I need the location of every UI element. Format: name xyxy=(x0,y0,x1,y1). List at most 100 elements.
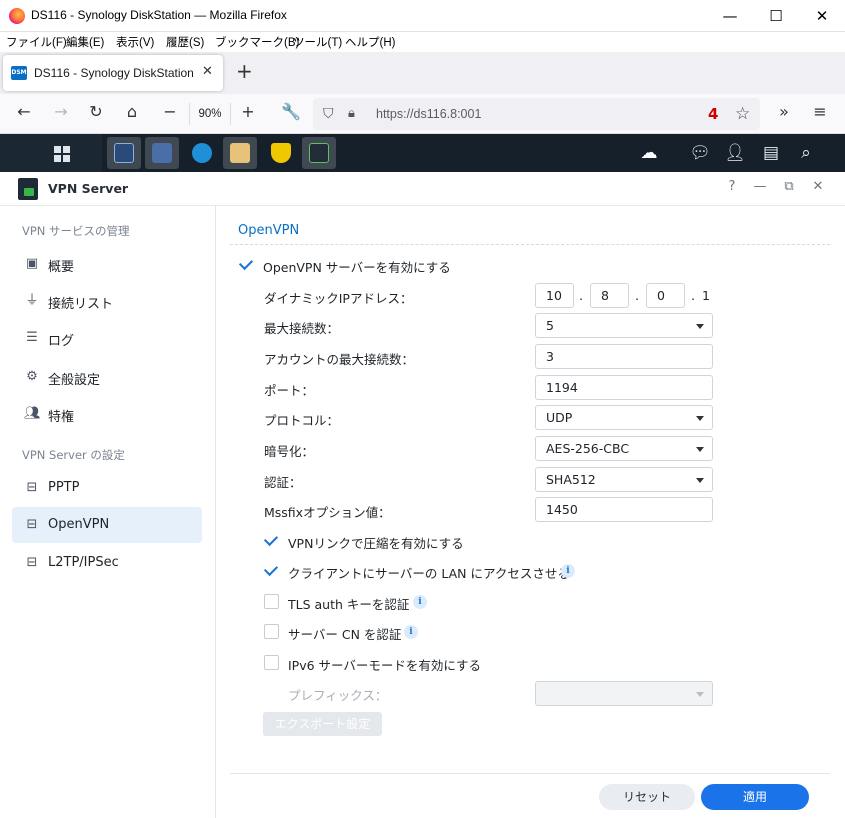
enable-openvpn-checkbox[interactable] xyxy=(239,257,254,272)
browser-tab[interactable]: DSM DS116 - Synology DiskStation ✕ xyxy=(3,55,223,91)
export-settings-button[interactable]: エクスポート設定 xyxy=(263,712,382,736)
reload-icon[interactable]: ↻ xyxy=(84,102,108,121)
bookmark-star-icon[interactable]: ☆ xyxy=(735,104,750,124)
menu-view[interactable]: 表示(V) xyxy=(116,34,154,50)
info-icon[interactable]: i xyxy=(561,564,575,578)
authentication-select[interactable]: SHA512 xyxy=(535,467,713,492)
mssfix-input[interactable]: 1450 xyxy=(535,497,713,522)
storage-manager-icon[interactable] xyxy=(145,137,179,169)
users-icon: 👥︎ xyxy=(24,406,41,421)
ipv6-checkbox[interactable] xyxy=(264,655,279,670)
home-icon[interactable]: ⌂ xyxy=(120,102,144,121)
package-center-icon[interactable] xyxy=(223,137,257,169)
protocol-select[interactable]: UDP xyxy=(535,405,713,430)
vpn-server-taskbar-icon[interactable] xyxy=(302,137,336,169)
encryption-select[interactable]: AES-256-CBC xyxy=(535,436,713,461)
shield-icon[interactable]: ⛉ xyxy=(323,106,334,122)
resource-monitor-icon[interactable] xyxy=(107,137,141,169)
info-icon[interactable]: i xyxy=(404,625,418,639)
search-icon[interactable]: ⌕ xyxy=(793,143,819,163)
sidebar-item-overview[interactable]: ▣ 概要 xyxy=(12,246,202,282)
main-menu-icon[interactable] xyxy=(46,137,80,169)
sidebar-item-openvpn[interactable]: ⊟ OpenVPN xyxy=(12,507,202,543)
port-input[interactable]: 1194 xyxy=(535,375,713,400)
dynamic-ip-label: ダイナミックIPアドレス： xyxy=(264,291,413,306)
ip-separator: . xyxy=(691,288,695,303)
grid-square xyxy=(54,155,61,162)
close-tab-icon[interactable]: ✕ xyxy=(202,64,213,79)
navigation-bar: ← → ↻ ⌂ − 90% + 🔧 ⛉ 🔒︎ https://ds116.8:0… xyxy=(0,94,845,134)
zoom-in-button[interactable]: + xyxy=(236,102,260,121)
main-panel: OpenVPN OpenVPN サーバーを有効にする ダイナミックIPアドレス：… xyxy=(217,206,845,818)
network-icon: ⊟ xyxy=(26,480,38,495)
compression-checkbox[interactable] xyxy=(264,533,279,548)
server-cn-checkbox[interactable] xyxy=(264,624,279,639)
close-app-button[interactable]: ✕ xyxy=(808,179,828,194)
lan-access-label: クライアントにサーバーの LAN にアクセスさせる xyxy=(288,566,570,581)
tls-auth-checkbox[interactable] xyxy=(264,594,279,609)
account-max-connections-input[interactable]: 3 xyxy=(535,344,713,369)
enable-openvpn-label: OpenVPN サーバーを有効にする xyxy=(263,260,451,275)
plug-icon: ⏚ xyxy=(25,293,39,308)
chevron-down-icon xyxy=(696,692,704,697)
apply-button[interactable]: 適用 xyxy=(701,784,809,810)
url-text[interactable]: https://ds116.8:001 xyxy=(376,107,481,121)
max-connections-select[interactable]: 5 xyxy=(535,313,713,338)
ip-octet-2-input[interactable]: 8 xyxy=(590,283,629,308)
zoom-level[interactable]: 90% xyxy=(189,103,231,125)
chat-icon[interactable]: 💬︎ xyxy=(687,143,713,163)
forward-arrow-icon[interactable]: → xyxy=(49,102,73,121)
menu-bookmarks[interactable]: ブックマーク(B) xyxy=(215,34,299,50)
overflow-chevron-icon[interactable]: » xyxy=(772,102,796,121)
help-button[interactable]: ? xyxy=(722,179,742,194)
close-window-button[interactable]: ✕ xyxy=(799,0,845,32)
security-advisor-icon[interactable] xyxy=(264,137,298,169)
dsm-favicon-icon: DSM xyxy=(11,66,27,80)
authentication-label: 認証： xyxy=(264,475,302,490)
web-station-icon[interactable] xyxy=(185,137,219,169)
user-icon[interactable]: 👤︎ xyxy=(722,143,748,163)
ipv6-label: IPv6 サーバーモードを有効にする xyxy=(288,658,482,673)
sidebar-item-label: OpenVPN xyxy=(48,517,110,532)
select-value: UDP xyxy=(546,410,573,425)
menu-tools[interactable]: ツール(T) xyxy=(293,34,342,50)
minimize-app-button[interactable]: — xyxy=(750,179,770,194)
new-tab-button[interactable]: + xyxy=(236,59,253,83)
menu-edit[interactable]: 編集(E) xyxy=(66,34,104,50)
widgets-icon[interactable]: ▤ xyxy=(758,143,784,163)
wrench-icon[interactable]: 🔧 xyxy=(279,102,303,121)
window-app-title: VPN Server xyxy=(48,181,129,196)
network-icon: ⊟ xyxy=(26,517,38,532)
minimize-window-button[interactable]: — xyxy=(707,0,753,32)
footer-divider xyxy=(230,773,830,774)
restore-app-button[interactable]: ⧉ xyxy=(779,179,799,194)
sidebar-item-l2tp[interactable]: ⊟ L2TP/IPSec xyxy=(12,545,202,581)
zoom-out-button[interactable]: − xyxy=(158,102,182,121)
sidebar-item-connections[interactable]: ⏚ 接続リスト xyxy=(12,283,202,319)
tab-strip: DSM DS116 - Synology DiskStation ✕ + xyxy=(0,52,845,94)
cloud-sync-icon[interactable]: ☁ xyxy=(636,143,662,163)
lock-icon[interactable]: 🔒︎ xyxy=(348,106,355,121)
url-bar[interactable]: ⛉ 🔒︎ https://ds116.8:001 4 ☆ xyxy=(313,98,760,130)
maximize-window-button[interactable]: ☐ xyxy=(753,0,799,32)
menu-help[interactable]: ヘルプ(H) xyxy=(345,34,395,50)
grid-square xyxy=(54,146,61,153)
back-arrow-icon[interactable]: ← xyxy=(12,102,36,121)
info-icon[interactable]: i xyxy=(413,595,427,609)
prefix-select[interactable] xyxy=(535,681,713,706)
compression-label: VPNリンクで圧縮を有効にする xyxy=(288,536,464,551)
sidebar-item-label: PPTP xyxy=(48,480,80,495)
ip-octet-3-input[interactable]: 0 xyxy=(646,283,685,308)
chevron-down-icon xyxy=(696,416,704,421)
sidebar-item-log[interactable]: ☰ ログ xyxy=(12,320,202,356)
sidebar-item-privileges[interactable]: 👥︎ 特権 xyxy=(12,396,202,432)
select-value: 5 xyxy=(546,318,554,333)
lan-access-checkbox[interactable] xyxy=(264,563,279,578)
ip-octet-1-input[interactable]: 10 xyxy=(535,283,574,308)
menu-history[interactable]: 履歴(S) xyxy=(166,34,204,50)
reset-button[interactable]: リセット xyxy=(599,784,695,810)
sidebar-item-general[interactable]: ⚙ 全般設定 xyxy=(12,359,202,395)
menu-file[interactable]: ファイル(F) xyxy=(6,34,67,50)
sidebar-item-pptp[interactable]: ⊟ PPTP xyxy=(12,470,202,506)
hamburger-menu-icon[interactable]: ≡ xyxy=(808,102,832,121)
